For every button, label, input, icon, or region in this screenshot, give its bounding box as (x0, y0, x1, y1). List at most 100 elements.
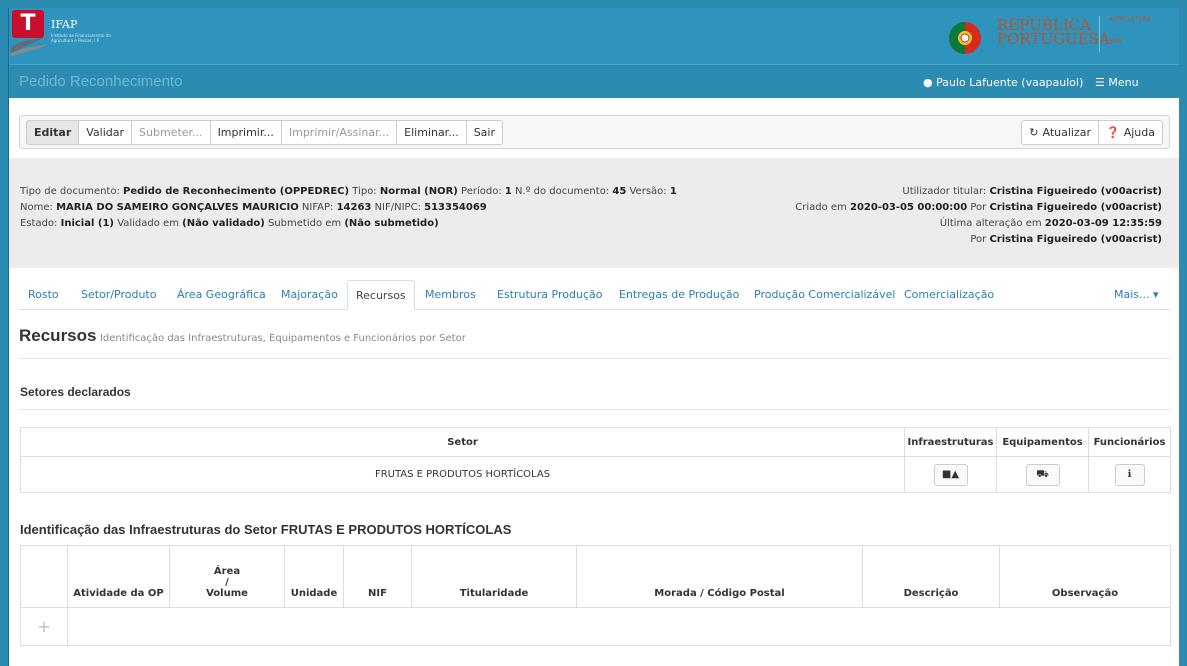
tab-estrutura-producao[interactable]: Estrutura Produção (497, 280, 602, 310)
logo-name: IFAP (51, 18, 78, 31)
tab-rosto[interactable]: Rosto (28, 280, 59, 310)
sectors-header-row: Setor Infraestruturas Equipamentos Funci… (20, 427, 1171, 457)
hamburger-icon: ☰ (1095, 76, 1105, 89)
user-menu[interactable]: ● Paulo Lafuente (vaapaulol) (923, 76, 1083, 89)
tab-setor-produto[interactable]: Setor/Produto (81, 280, 156, 310)
edit-button[interactable]: Editar (26, 120, 80, 145)
table-row: FRUTAS E PRODUTOS HORTÍCOLAS ■▲ ⛟ ℹ (20, 456, 1171, 493)
caret-down-icon: ▾ (1153, 288, 1159, 301)
validate-button[interactable]: Validar (78, 120, 133, 145)
estado-value: Inicial (1) (60, 218, 114, 229)
tab-recursos[interactable]: Recursos (347, 280, 415, 310)
tab-more-label: Mais... (1114, 288, 1150, 301)
infrastructure-table: Atividade da OP Área / Volume Unidade NI… (20, 545, 1171, 646)
help-label: Ajuda (1123, 126, 1155, 139)
tab-producao-comercializavel[interactable]: Produção Comercializável (754, 280, 895, 310)
ministry-line1: AGRICULTURA (1109, 16, 1151, 23)
action-toolbar: Editar Validar Submeter... Imprimir... I… (19, 115, 1170, 149)
infra-header-row: Atividade da OP Área / Volume Unidade NI… (20, 545, 1171, 608)
tab-membros[interactable]: Membros (425, 280, 476, 310)
user-name: Paulo Lafuente (vaapaulol) (936, 76, 1084, 89)
help-icon: ❓ (1106, 126, 1120, 139)
col-funcionarios: Funcionários (1088, 427, 1171, 457)
tab-entregas-producao[interactable]: Entregas de Produção (619, 280, 739, 310)
validado-label: Validado em (117, 218, 179, 229)
tab-area-geografica[interactable]: Área Geográfica (177, 280, 266, 310)
refresh-icon: ↻ (1029, 126, 1039, 139)
info-line-2: Nome: MARIA DO SAMEIRO GONÇALVES MAURICI… (20, 200, 677, 216)
infra-heading: Identificação das Infraestruturas do Set… (20, 522, 512, 537)
section-header: Recursos Identificação das Infraestrutur… (19, 326, 466, 346)
area-line-2: / (225, 577, 229, 588)
criado-por-value: Cristina Figueiredo (v00acrist) (989, 202, 1162, 213)
col-unidade: Unidade (284, 545, 344, 608)
user-icon: ● (923, 76, 933, 89)
col-actions (20, 545, 68, 608)
ministry-line2: MAR (1109, 38, 1123, 45)
section-subtitle: Identificação das Infraestruturas, Equip… (99, 333, 466, 344)
print-button[interactable]: Imprimir... (209, 120, 282, 145)
setores-heading: Setores declarados (20, 385, 131, 399)
estado-label: Estado: (20, 218, 58, 229)
sectors-table: Setor Infraestruturas Equipamentos Funci… (20, 427, 1171, 493)
setor-cell: FRUTAS E PRODUTOS HORTÍCOLAS (20, 456, 905, 493)
col-descricao: Descrição (862, 545, 1000, 608)
action-button-group: Editar Validar Submeter... Imprimir... I… (26, 120, 504, 145)
main-menu-button[interactable]: ☰ Menu (1095, 76, 1139, 89)
info-right-line-4: Por Cristina Figueiredo (v00acrist) (795, 232, 1162, 248)
alteracao-por-value: Cristina Figueiredo (v00acrist) (989, 234, 1162, 245)
refresh-button[interactable]: ↻ Atualizar (1021, 120, 1100, 145)
menu-label: Menu (1108, 76, 1139, 89)
truck-icon[interactable]: ⛟ (1025, 463, 1060, 486)
factory-icon[interactable]: ■▲ (933, 463, 968, 486)
criado-label: Criado em (795, 202, 847, 213)
section-divider (19, 358, 1170, 359)
delete-button[interactable]: Eliminar... (396, 120, 467, 145)
tab-more[interactable]: Mais... ▾ (1114, 280, 1159, 310)
numdoc-label: N.º do documento: (515, 186, 610, 197)
alteracao-value: 2020-03-09 12:35:59 (1044, 218, 1162, 229)
nome-value: MARIA DO SAMEIRO GONÇALVES MAURICIO (56, 202, 299, 213)
help-button[interactable]: ❓ Ajuda (1098, 120, 1163, 145)
add-row-icon[interactable]: + (20, 607, 68, 646)
func-cell: ℹ (1088, 456, 1171, 493)
table-row: + (20, 607, 1171, 646)
setores-divider (19, 409, 1170, 410)
document-info-panel: Tipo de documento: Pedido de Reconhecime… (9, 158, 1179, 268)
person-icon[interactable]: ℹ (1114, 463, 1145, 486)
periodo-value: 1 (504, 186, 512, 197)
info-line-3: Estado: Inicial (1) Validado em (Não val… (20, 216, 677, 232)
area-line-1: Área (213, 566, 241, 577)
banner-divider (1099, 16, 1100, 52)
col-titularidade: Titularidade (411, 545, 577, 608)
tab-comercializacao[interactable]: Comercialização (904, 280, 994, 310)
top-banner: T IFAP Instituto de Financiamento da Agr… (9, 8, 1179, 64)
app-frame: T IFAP Instituto de Financiamento da Agr… (8, 8, 1179, 666)
print-sign-button[interactable]: Imprimir/Assinar... (280, 120, 398, 145)
submetido-value: (Não submetido) (344, 218, 439, 229)
numdoc-value: 45 (612, 186, 627, 197)
nifap-value: 14263 (336, 202, 372, 213)
titular-label: Utilizador titular: (902, 186, 987, 197)
tipo-doc-value: Pedido de Reconhecimento (OPPEDREC) (123, 186, 350, 197)
info-line-1: Tipo de documento: Pedido de Reconhecime… (20, 184, 677, 200)
logo-subtitle: Instituto de Financiamento da Agricultur… (51, 33, 111, 43)
title-bar: Pedido Reconhecimento ● Paulo Lafuente (… (9, 64, 1179, 98)
submit-button[interactable]: Submeter... (131, 120, 211, 145)
criado-value: 2020-03-05 00:00:00 (849, 202, 968, 213)
nome-label: Nome: (20, 202, 53, 213)
document-info-right: Utilizador titular: Cristina Figueiredo … (795, 184, 1162, 248)
republic-name: REPÚBLICA PORTUGUESA (997, 18, 1110, 48)
tipo-doc-label: Tipo de documento: (20, 186, 120, 197)
exit-button[interactable]: Sair (465, 120, 504, 145)
utility-button-group: ↻ Atualizar ❓ Ajuda (1021, 120, 1163, 145)
area-line-3: Volume (206, 588, 248, 599)
info-right-line-3: Última alteração em 2020-03-09 12:35:59 (795, 216, 1162, 232)
document-info-left: Tipo de documento: Pedido de Reconhecime… (20, 184, 677, 232)
alteracao-label: Última alteração em (939, 218, 1042, 229)
refresh-label: Atualizar (1042, 126, 1092, 139)
tab-majoracao[interactable]: Majoração (281, 280, 338, 310)
nif-label: NIF/NIPC: (374, 202, 421, 213)
col-nif: NIF (343, 545, 412, 608)
republic-line2: PORTUGUESA (997, 30, 1110, 48)
